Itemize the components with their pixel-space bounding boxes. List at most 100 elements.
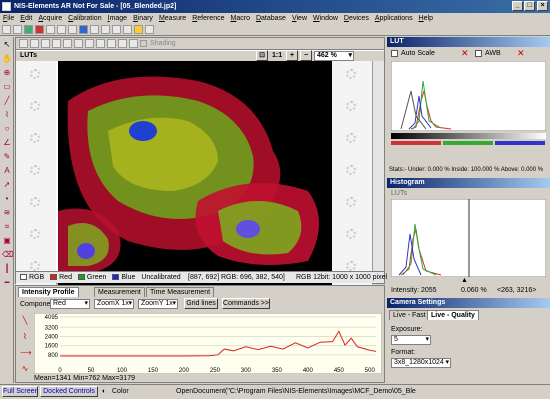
commands-button[interactable]: Commands >> xyxy=(222,298,270,309)
profile-polyline-icon[interactable]: ⌇ xyxy=(20,332,30,342)
tab-measurement[interactable]: Measurement xyxy=(94,287,145,297)
menu-calibration[interactable]: Calibration xyxy=(65,13,104,24)
red-swatch[interactable] xyxy=(50,274,58,281)
polyline-icon[interactable]: ⌇ xyxy=(2,110,12,120)
pan-icon[interactable]: ✋ xyxy=(2,54,12,64)
menu-devices[interactable]: Devices xyxy=(341,13,372,24)
macro-icon[interactable] xyxy=(68,25,77,34)
open-icon[interactable] xyxy=(2,25,11,34)
image-tool-icon[interactable] xyxy=(41,39,50,48)
menu-view[interactable]: View xyxy=(289,13,310,24)
tab-time-measurement[interactable]: Time Measurement xyxy=(146,287,215,297)
point-icon[interactable]: • xyxy=(2,194,12,204)
menu-edit[interactable]: Edit xyxy=(17,13,35,24)
image-tool-icon[interactable] xyxy=(74,39,83,48)
profile-icon[interactable]: ≋ xyxy=(2,208,12,218)
image-tool-icon[interactable] xyxy=(85,39,94,48)
channel-icon[interactable] xyxy=(79,25,88,34)
acquire-icon[interactable] xyxy=(24,25,33,34)
zoom-x-select[interactable]: ZoomX 1x xyxy=(94,299,134,309)
exposure-select[interactable]: 5 xyxy=(391,335,431,345)
component-select[interactable]: Red xyxy=(50,299,90,309)
histogram-icon[interactable] xyxy=(90,25,99,34)
fill-icon[interactable]: ▣ xyxy=(2,236,12,246)
image-tool-icon[interactable] xyxy=(30,39,39,48)
menu-window[interactable]: Window xyxy=(310,13,341,24)
channel-rgb[interactable]: RGB xyxy=(29,274,44,281)
lut-gradient-bar[interactable] xyxy=(391,133,546,139)
database-icon[interactable] xyxy=(145,25,154,34)
menu-macro[interactable]: Macro xyxy=(228,13,253,24)
menu-file[interactable]: File xyxy=(0,13,17,24)
live-icon[interactable] xyxy=(35,25,44,34)
profile-curve-icon[interactable]: ∿ xyxy=(20,364,30,374)
docked-controls-button[interactable]: Docked Controls xyxy=(40,386,98,397)
zoom-tool-icon[interactable]: ⊕ xyxy=(2,68,12,78)
freehand-icon[interactable]: ✎ xyxy=(2,152,12,162)
image-tool-icon[interactable] xyxy=(129,39,138,48)
menu-applications[interactable]: Applications xyxy=(372,13,416,24)
menu-image[interactable]: Image xyxy=(105,13,130,24)
zoom-icon[interactable] xyxy=(101,25,110,34)
pointer-icon[interactable]: ↖ xyxy=(2,40,12,50)
menu-database[interactable]: Database xyxy=(253,13,289,24)
tab-live-fast[interactable]: Live - Fast xyxy=(389,310,430,320)
format-select[interactable]: 3x8_1280x1024 xyxy=(391,358,451,368)
rgb-swatch[interactable] xyxy=(20,274,27,281)
lut-close-icon[interactable]: ✕ xyxy=(517,48,525,59)
awb-checkbox[interactable] xyxy=(475,50,482,57)
full-screen-button[interactable]: Full Screen xyxy=(2,386,38,397)
blue-lut-bar[interactable] xyxy=(495,141,545,145)
reset-icon[interactable]: ✕ xyxy=(461,48,469,59)
ruler-icon[interactable]: ┃ xyxy=(2,264,12,274)
blue-swatch[interactable] xyxy=(112,274,120,281)
report-icon[interactable] xyxy=(134,25,143,34)
crop-icon[interactable]: ⌗ xyxy=(2,222,12,232)
rectangle-icon[interactable]: ▭ xyxy=(2,82,12,92)
green-swatch[interactable] xyxy=(77,274,85,281)
close-button[interactable]: × xyxy=(537,1,548,11)
zoom-out-button[interactable]: − xyxy=(300,50,312,61)
image-vertical-scrollbar[interactable] xyxy=(372,61,384,271)
histogram-chart[interactable] xyxy=(391,199,546,277)
angle-icon[interactable]: ∠ xyxy=(2,138,12,148)
maximize-button[interactable]: □ xyxy=(524,1,535,11)
shading-checkbox[interactable] xyxy=(140,40,147,47)
channel-blue[interactable]: Blue xyxy=(121,274,135,281)
menu-binary[interactable]: Binary xyxy=(130,13,156,24)
settings-icon[interactable] xyxy=(57,25,66,34)
zoom-in-button[interactable]: + xyxy=(286,50,298,61)
tab-live-quality[interactable]: Live - Quality xyxy=(427,310,479,320)
intensity-profile-chart[interactable]: 4095320024001600800 0 50 100 150 200 250 300 35… xyxy=(34,313,382,374)
text-icon[interactable]: A xyxy=(2,166,12,176)
image-tool-icon[interactable] xyxy=(107,39,116,48)
print-icon[interactable] xyxy=(46,25,55,34)
eraser-icon[interactable]: ⌫ xyxy=(2,250,13,260)
profile-line-icon[interactable]: ╲ xyxy=(20,316,30,326)
scale-bar-icon[interactable]: ━ xyxy=(2,278,12,288)
zoom-y-select[interactable]: ZoomY 1x xyxy=(138,299,178,309)
histogram-marker[interactable]: ▲ xyxy=(461,277,468,284)
red-lut-bar[interactable] xyxy=(391,141,441,145)
grid-lines-button[interactable]: Grid lines xyxy=(184,298,218,309)
channel-green[interactable]: Green xyxy=(87,274,106,281)
measure-icon[interactable] xyxy=(123,25,132,34)
green-lut-bar[interactable] xyxy=(443,141,493,145)
ellipse-icon[interactable]: ○ xyxy=(2,124,12,134)
save-icon[interactable] xyxy=(13,25,22,34)
image-tool-icon[interactable] xyxy=(52,39,61,48)
zoom-fit-button[interactable]: ⊡ xyxy=(256,50,268,61)
menu-acquire[interactable]: Acquire xyxy=(35,13,65,24)
zoom-combo[interactable]: 462 % xyxy=(314,51,354,61)
menu-help[interactable]: Help xyxy=(416,13,436,24)
microscopy-image[interactable] xyxy=(58,61,332,303)
profile-arrow-icon[interactable]: ⟶ xyxy=(20,348,31,358)
image-tool-icon[interactable] xyxy=(63,39,72,48)
image-tool-icon[interactable] xyxy=(19,39,28,48)
tab-intensity-profile[interactable]: Intensity Profile xyxy=(18,287,79,297)
line-icon[interactable]: ╱ xyxy=(2,96,12,106)
zoom-1to1-button[interactable]: 1:1 xyxy=(272,51,282,61)
image-tool-icon[interactable] xyxy=(96,39,105,48)
menu-reference[interactable]: Reference xyxy=(189,13,227,24)
image-tool-icon[interactable] xyxy=(118,39,127,48)
